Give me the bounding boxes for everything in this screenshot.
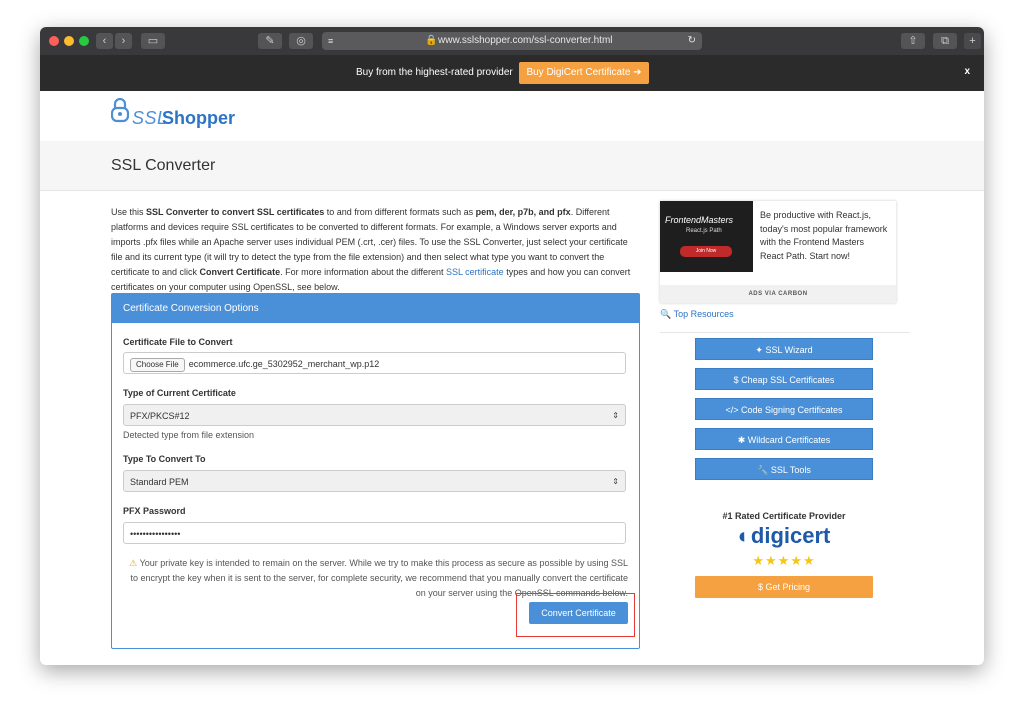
convert-certificate-button[interactable]: Convert Certificate <box>529 602 628 624</box>
button-label: Get Pricing <box>765 582 811 592</box>
conversion-panel: Certificate Conversion Options Certifica… <box>111 293 640 649</box>
type-label: Type of Current Certificate <box>123 388 236 398</box>
tabs-icon[interactable]: ⧉ <box>933 33 957 49</box>
share-icon[interactable]: ⇧ <box>901 33 925 49</box>
address-bar[interactable]: ≡ 🔒 www.sslshopper.com/ssl-converter.htm… <box>322 32 702 50</box>
convert-to-label: Type To Convert To <box>123 454 206 464</box>
asterisk-icon: ✱ <box>737 435 746 445</box>
convert-to-select[interactable]: Standard PEM ⇕ <box>123 470 626 492</box>
current-type-value: PFX/PKCS#12 <box>130 411 190 421</box>
banner-text: Buy from the highest-rated provider <box>356 67 513 78</box>
carbon-ad[interactable]: FrontendMasters React.js Path Join Now B… <box>660 201 896 303</box>
intro-paragraph: Use this SSL Converter to convert SSL ce… <box>111 205 639 295</box>
sidebar-divider <box>660 332 910 333</box>
password-icon[interactable]: ◎ <box>289 33 313 49</box>
site-header: SSL Shopper <box>40 91 984 142</box>
file-name: ecommerce.ufc.ge_5302952_merchant_wp.p12 <box>188 359 380 369</box>
browser-window: ‹ › ▭ ✎ ◎ ≡ 🔒 www.sslshopper.com/ssl-con… <box>40 27 984 665</box>
button-label: SSL Wizard <box>765 345 813 355</box>
button-label: Wildcard Certificates <box>747 435 831 445</box>
type-help-text: Detected type from file extension <box>123 430 255 440</box>
ssl-certificate-link[interactable]: SSL certificate <box>446 267 504 277</box>
warning-text: Your private key is intended to remain o… <box>130 558 628 598</box>
code-signing-button[interactable]: </> Code Signing Certificates <box>695 398 873 420</box>
convert-highlight: Convert Certificate <box>516 593 635 637</box>
rated-provider-text: #1 Rated Certificate Provider <box>722 511 846 521</box>
ad-footer[interactable]: ADS VIA CARBON <box>660 285 896 303</box>
minimize-window-button[interactable] <box>64 36 74 46</box>
page-title: SSL Converter <box>111 157 216 174</box>
zoom-window-button[interactable] <box>79 36 89 46</box>
intro-text: to and from different formats such as <box>324 207 476 217</box>
select-arrows-icon: ⇕ <box>612 411 619 420</box>
reload-icon[interactable]: ↻ <box>688 32 696 50</box>
top-resources-label: Top Resources <box>673 309 734 319</box>
digicert-wordmark: digicert <box>750 523 831 548</box>
warning-icon: ⚠ <box>129 558 138 568</box>
wrench-icon: 🔧 <box>757 465 769 475</box>
ad-text[interactable]: Be productive with React.js, today's mos… <box>760 209 890 263</box>
get-pricing-button[interactable]: $ Get Pricing <box>695 576 873 598</box>
promo-banner: Buy from the highest-rated provider Buy … <box>40 55 984 91</box>
button-label: Code Signing Certificates <box>740 405 843 415</box>
current-type-select[interactable]: PFX/PKCS#12 ⇕ <box>123 404 626 426</box>
cheap-ssl-button[interactable]: $ Cheap SSL Certificates <box>695 368 873 390</box>
intro-bold: pem, der, p7b, and pfx <box>475 207 571 217</box>
ssl-tools-button[interactable]: 🔧 SSL Tools <box>695 458 873 480</box>
intro-text: Use this <box>111 207 147 217</box>
ssl-wizard-button[interactable]: ✦ SSL Wizard <box>695 338 873 360</box>
file-label: Certificate File to Convert <box>123 337 233 347</box>
convert-to-value: Standard PEM <box>130 477 189 487</box>
select-arrows-icon: ⇕ <box>612 477 619 486</box>
password-label: PFX Password <box>123 506 186 516</box>
search-icon: 🔍 <box>660 309 672 319</box>
ad-image[interactable]: FrontendMasters React.js Path Join Now <box>660 201 753 272</box>
logo-shopper-text[interactable]: Shopper <box>162 108 235 129</box>
magic-wand-icon: ✦ <box>755 345 763 355</box>
new-tab-button[interactable]: + <box>964 33 981 49</box>
close-window-button[interactable] <box>49 36 59 46</box>
lock-shield-icon <box>111 98 129 123</box>
button-label: SSL Tools <box>770 465 811 475</box>
extension-icon[interactable]: ✎ <box>258 33 282 49</box>
url-text: www.sslshopper.com/ssl-converter.html <box>438 35 613 46</box>
ad-brand: FrontendMasters <box>665 215 734 225</box>
top-resources-heading: 🔍 Top Resources <box>660 309 734 320</box>
button-label: Cheap SSL Certificates <box>741 375 835 385</box>
sidebar-icon[interactable]: ▭ <box>141 33 165 49</box>
ad-join-button[interactable]: Join Now <box>680 246 732 257</box>
intro-bold: Convert Certificate <box>199 267 281 277</box>
page-title-bar: SSL Converter <box>40 141 984 191</box>
choose-file-button[interactable]: Choose File <box>130 358 185 372</box>
file-input[interactable]: Choose File ecommerce.ufc.ge_5302952_merc… <box>123 352 626 374</box>
reader-icon[interactable]: ≡ <box>328 32 333 50</box>
rating-stars: ★★★★★ <box>752 553 816 568</box>
forward-icon[interactable]: › <box>115 33 132 49</box>
code-icon: </> <box>725 405 739 415</box>
password-input[interactable]: •••••••••••••••• <box>123 522 626 544</box>
ad-path: React.js Path <box>686 228 722 234</box>
intro-text: . For more information about the differe… <box>280 267 446 277</box>
intro-bold: SSL Converter to convert SSL certificate… <box>146 207 325 217</box>
browser-toolbar: ‹ › ▭ ✎ ◎ ≡ 🔒 www.sslshopper.com/ssl-con… <box>40 27 984 55</box>
digicert-mark-icon: ◐ <box>737 523 751 548</box>
lock-icon: 🔒 <box>425 35 438 46</box>
dollar-icon: $ <box>733 375 739 385</box>
wildcard-button[interactable]: ✱ Wildcard Certificates <box>695 428 873 450</box>
digicert-logo[interactable]: ◐digicert <box>695 523 873 549</box>
buy-digicert-button[interactable]: Buy DigiCert Certificate ➔ <box>519 62 649 84</box>
banner-close-icon[interactable]: x <box>964 66 970 77</box>
panel-title: Certificate Conversion Options <box>112 294 639 323</box>
back-icon[interactable]: ‹ <box>96 33 113 49</box>
